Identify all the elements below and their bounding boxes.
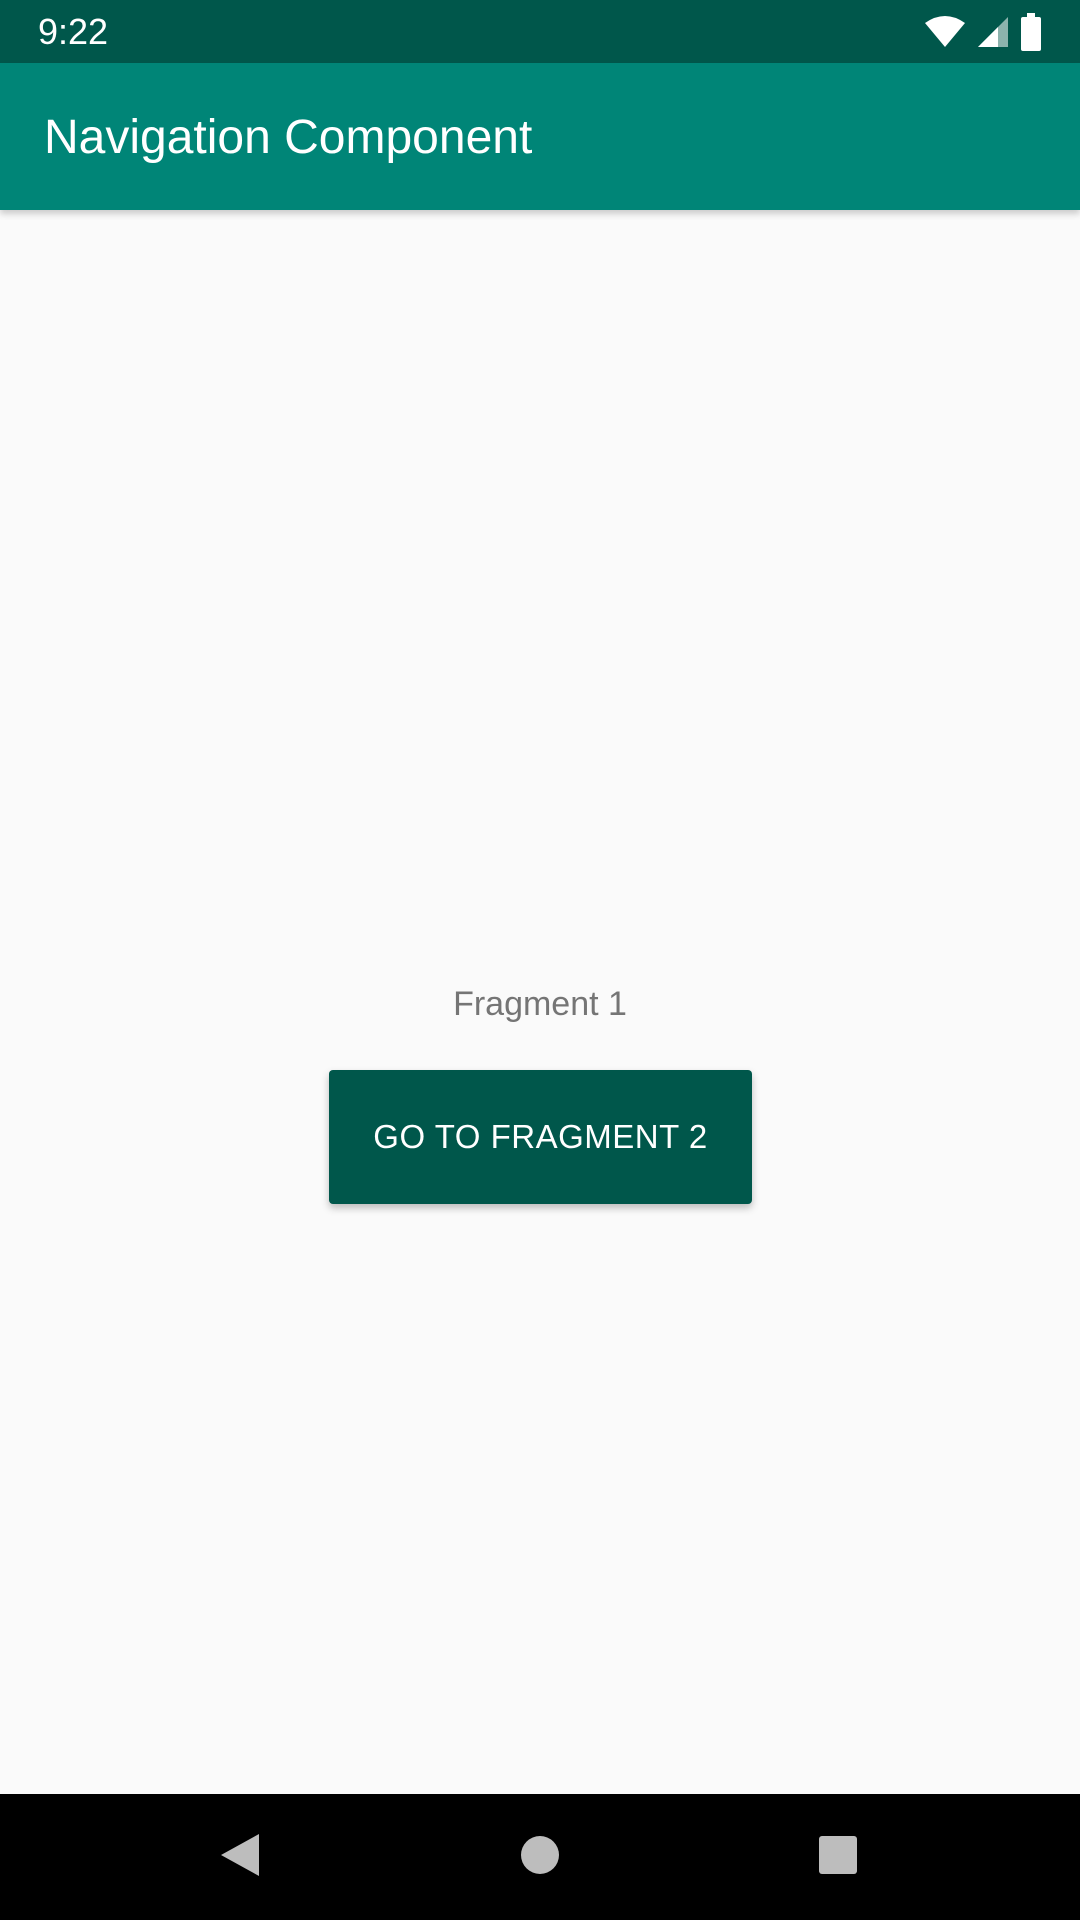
back-button[interactable] xyxy=(180,1794,300,1920)
fragment-content: Fragment 1 GO TO FRAGMENT 2 xyxy=(0,210,1080,1794)
status-bar: 9:22 xyxy=(0,0,1080,63)
status-icons xyxy=(924,12,1042,52)
wifi-icon xyxy=(924,15,966,49)
home-button[interactable] xyxy=(480,1794,600,1920)
home-icon xyxy=(520,1835,560,1879)
back-icon xyxy=(219,1832,261,1882)
fragment-label: Fragment 1 xyxy=(453,985,627,1023)
recents-button[interactable] xyxy=(778,1794,898,1920)
app-bar: Navigation Component xyxy=(0,63,1080,210)
go-to-fragment-2-button[interactable]: GO TO FRAGMENT 2 xyxy=(329,1070,752,1204)
system-nav-bar xyxy=(0,1794,1080,1920)
battery-icon xyxy=(1020,13,1042,51)
screen: 9:22 Navigation Component Fragment 1 GO … xyxy=(0,0,1080,1920)
app-title: Navigation Component xyxy=(44,111,533,164)
status-time: 9:22 xyxy=(38,11,109,52)
recents-icon xyxy=(818,1835,858,1879)
signal-icon xyxy=(976,15,1010,49)
